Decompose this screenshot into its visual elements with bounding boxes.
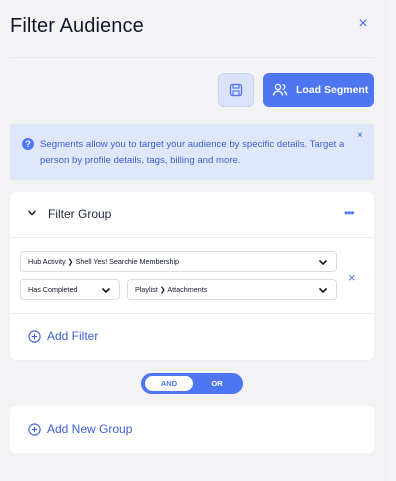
save-segment-button[interactable] [218,73,254,107]
filter-condition-select[interactable]: Has Completed [20,279,120,300]
filter-group-card: Filter Group ••• Hub Activity ❯ Shell Ye… [10,192,374,360]
header-divider [10,57,374,58]
toggle-or-option[interactable]: OR [203,376,231,391]
chevron-down-icon[interactable] [25,206,39,220]
users-icon [272,83,288,96]
add-filter-button[interactable]: Add Filter [28,329,98,343]
filter-audience-panel: Filter Audience × Load Segment ? Segment… [0,0,390,481]
add-new-group-button[interactable]: Add New Group [28,422,132,436]
filter-property-value: Hub Activity ❯ Shell Yes! Searchie Membe… [28,257,180,266]
filter-condition-value: Has Completed [28,285,78,294]
info-text: Segments allow you to target your audien… [40,139,345,166]
filter-property-select[interactable]: Hub Activity ❯ Shell Yes! Searchie Membe… [20,251,337,272]
filter-group-title: Filter Group [48,207,112,221]
chevron-down-icon [318,287,328,294]
add-new-group-label: Add New Group [47,422,133,436]
filter-divider [10,313,374,314]
info-banner: ? Segments allow you to target your audi… [10,124,374,180]
load-segment-button[interactable]: Load Segment [263,73,374,107]
plus-circle-icon [28,329,41,343]
chevron-down-icon [318,259,328,266]
filter-target-select[interactable]: Playlist ❯ Attachments [127,279,337,300]
filter-target-value: Playlist ❯ Attachments [135,285,208,294]
remove-filter-icon[interactable]: × [348,270,356,285]
save-icon [229,83,243,97]
add-group-card: Add New Group [10,406,374,453]
load-segment-label: Load Segment [296,84,369,96]
chevron-down-icon [101,287,111,294]
more-options-icon[interactable]: ••• [344,207,355,219]
add-filter-label: Add Filter [47,329,99,343]
panel-header: Filter Audience × [0,0,390,58]
close-icon[interactable]: × [355,16,371,32]
info-close-icon[interactable]: × [357,130,363,141]
plus-circle-icon [28,422,41,436]
filter-group-header[interactable]: Filter Group ••• [10,192,374,238]
page-title: Filter Audience [10,15,144,37]
toggle-and-option[interactable]: AND [145,376,193,391]
and-or-toggle[interactable]: AND OR [141,373,243,394]
help-icon: ? [22,138,34,150]
